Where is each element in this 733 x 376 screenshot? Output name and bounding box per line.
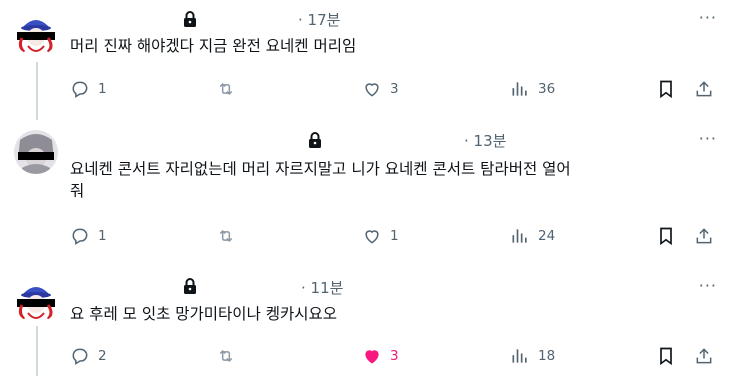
retweet-icon [219,229,233,243]
like-button[interactable]: 1 [362,224,399,248]
views-button[interactable]: 24 [510,224,555,248]
like-icon [365,83,379,97]
share-icon [696,348,712,364]
like-count: 3 [390,348,399,364]
reply-icon [72,228,88,245]
timestamp[interactable]: · 17분 [298,9,340,30]
like-button[interactable]: 3 [362,77,399,101]
reply-button[interactable]: 1 [70,224,107,248]
views-count: 36 [538,81,556,97]
bookmark-icon [660,227,672,246]
action-bar: 2 3 18 [0,344,733,368]
share-icon [696,228,712,244]
lock-icon [184,11,196,27]
bookmark-icon [660,347,672,366]
reply-button[interactable]: 2 [70,344,107,368]
bookmark-button[interactable] [656,344,676,368]
views-button[interactable]: 36 [510,77,555,101]
reply-icon [72,348,88,365]
tweet-text: 요네켄 콘서트 자리없는데 머리 자르지말고 니가 요네켄 콘서트 탐라버전 열… [70,160,571,200]
bookmark-button[interactable] [656,77,676,101]
retweet-button[interactable] [216,224,244,248]
views-icon [512,229,527,243]
reply-count: 1 [98,81,107,97]
avatar[interactable] [14,279,58,323]
reply-icon [72,81,88,98]
reply-button[interactable]: 1 [70,77,107,101]
lock-icon [184,278,196,294]
share-button[interactable] [694,344,714,368]
views-icon [512,82,527,96]
tweet[interactable]: · 13분 ··· 요네켄 콘서트 자리없는데 머리 자르지말고 니가 요네켄 … [0,120,733,265]
tweet-text: 머리 진짜 해야겠다 지금 완전 요네켄 머리임 [70,37,357,55]
like-count: 3 [390,81,399,97]
tweet[interactable]: · 17분 ··· 머리 진짜 해야겠다 지금 완전 요네켄 머리임 1 3 3… [0,0,733,120]
views-button[interactable]: 18 [510,344,555,368]
timestamp[interactable]: · 11분 [301,277,343,298]
bookmark-button[interactable] [656,224,676,248]
like-icon [365,350,379,364]
more-icon[interactable]: ··· [699,129,717,148]
retweet-button[interactable] [216,344,244,368]
action-bar: 1 1 24 [0,224,733,248]
reply-count: 2 [98,348,107,364]
reply-count: 1 [98,228,107,244]
tweet-text: 요 후레 모 잇초 망가미타이나 켕카시요오 [70,305,338,323]
bookmark-icon [660,80,672,99]
share-icon [696,81,712,97]
retweet-button[interactable] [216,77,244,101]
views-icon [512,349,527,363]
like-button[interactable]: 3 [362,344,399,368]
retweet-icon [219,82,233,96]
share-button[interactable] [694,77,714,101]
retweet-icon [219,349,233,363]
like-icon [365,230,379,244]
timestamp[interactable]: · 13분 [464,130,506,151]
like-count: 1 [390,228,399,244]
lock-icon [309,132,321,148]
avatar[interactable] [14,130,58,174]
avatar[interactable] [14,12,58,56]
action-bar: 1 3 36 [0,77,733,101]
views-count: 18 [538,348,556,364]
more-icon[interactable]: ··· [699,276,717,295]
more-icon[interactable]: ··· [699,8,717,27]
share-button[interactable] [694,224,714,248]
tweet[interactable]: · 11분 ··· 요 후레 모 잇초 망가미타이나 켕카시요오 2 3 18 [0,265,733,376]
views-count: 24 [538,228,556,244]
